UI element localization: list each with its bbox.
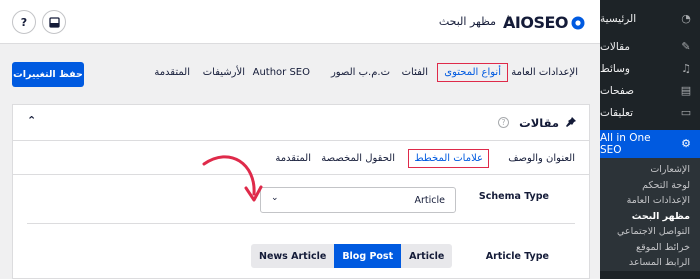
comments-icon: ▭ xyxy=(680,106,692,119)
annotation-arrow-icon xyxy=(202,155,263,202)
subtab-advanced[interactable]: المتقدمة xyxy=(275,153,311,164)
schema-type-row: Schema Type Article ⌄ xyxy=(13,175,589,225)
article-type-label: Article Type xyxy=(485,251,549,262)
sidebar-item-label: مقالات xyxy=(600,41,631,53)
blog-post-option[interactable]: Blog Post xyxy=(334,244,402,268)
tab-content-types[interactable]: أنواع المحتوى xyxy=(437,63,508,82)
tab-image-seo[interactable]: ت.م.ب الصور xyxy=(331,67,390,78)
subtab-custom-fields[interactable]: الحقول المخصصة xyxy=(321,153,395,164)
sidebar-item-posts[interactable]: ✎ مقالات xyxy=(600,36,700,58)
schema-type-label: Schema Type xyxy=(478,191,549,202)
top-bar: ? مظهر البحث \ AIOSEO xyxy=(0,0,600,44)
article-type-toggle: News Article Blog Post Article xyxy=(251,244,453,268)
aioseo-logo[interactable]: AIOSEO xyxy=(503,13,586,32)
schema-type-value: Article xyxy=(414,195,445,206)
help-icon[interactable]: ? xyxy=(12,10,36,34)
sidebar-item-media[interactable]: ♫ وسائط xyxy=(600,58,700,80)
news-article-option[interactable]: News Article xyxy=(251,244,335,268)
submenu-sitemaps[interactable]: خرائط الموقع xyxy=(600,240,700,256)
sidebar-item-pages[interactable]: ▤ صفحات xyxy=(600,80,700,102)
logo-gear-icon xyxy=(571,16,585,29)
submenu-notifications[interactable]: الإشعارات xyxy=(600,162,700,178)
sidebar-item-label: تعليقات xyxy=(600,107,634,119)
article-option[interactable]: Article xyxy=(401,244,453,268)
save-changes-button[interactable]: حفظ التغييرات xyxy=(12,62,84,87)
panel-title: مقالات xyxy=(519,116,559,130)
tab-advanced[interactable]: المتقدمة xyxy=(154,67,190,78)
subtab-schema-markup[interactable]: علامات المخطط xyxy=(408,149,489,168)
chevron-up-icon[interactable]: ⌃ xyxy=(27,114,36,127)
aioseo-submenu: الإشعارات لوحة التحكم الإعدادات العامة م… xyxy=(600,158,700,271)
schema-type-select[interactable]: Article ⌄ xyxy=(260,187,456,213)
tab-taxonomies[interactable]: الفئات xyxy=(402,67,428,78)
sidebar-item-comments[interactable]: ▭ تعليقات xyxy=(600,102,700,124)
subtab-title-description[interactable]: العنوان والوصف xyxy=(508,153,575,164)
inbox-icon[interactable] xyxy=(42,10,66,34)
help-circle-icon[interactable]: ? xyxy=(498,117,509,128)
media-icon: ♫ xyxy=(681,62,691,75)
submenu-search-appearance[interactable]: مظهر البحث xyxy=(600,209,700,225)
pin-icon: ✎ xyxy=(681,40,691,53)
post-type-panel: ⌃ ? مقالات العنوان والوصف علامات المخطط … xyxy=(12,104,590,279)
submenu-link-assistant[interactable]: الرابط المساعد xyxy=(600,255,700,271)
submenu-general-settings[interactable]: الإعدادات العامة xyxy=(600,193,700,209)
sidebar-item-label: الرئيسية xyxy=(600,13,637,25)
sidebar-item-aioseo[interactable]: ⚙ All in One SEO xyxy=(600,130,700,158)
logo-text: AIOSEO xyxy=(503,13,569,32)
submenu-dashboard[interactable]: لوحة التحكم xyxy=(600,178,700,194)
pages-icon: ▤ xyxy=(680,84,692,97)
article-type-row: Article Type News Article Blog Post Arti… xyxy=(13,224,589,279)
sidebar-item-dashboard[interactable]: ◔ الرئيسية xyxy=(600,8,700,30)
dashboard-icon: ◔ xyxy=(681,12,691,25)
submenu-social-networks[interactable]: التواصل الاجتماعي xyxy=(600,224,700,240)
sidebar-item-label: All in One SEO xyxy=(600,132,651,156)
panel-subtabs: العنوان والوصف علامات المخطط الحقول المخ… xyxy=(13,141,589,175)
tab-author-seo[interactable]: Author SEO xyxy=(253,67,310,78)
sidebar-item-label: صفحات xyxy=(600,85,635,97)
chevron-down-icon: ⌄ xyxy=(271,193,279,203)
pushpin-icon xyxy=(565,116,577,131)
tab-general-settings[interactable]: الإعدادات العامة xyxy=(511,67,578,78)
aioseo-icon: ⚙ xyxy=(681,137,691,150)
panel-header: ⌃ ? مقالات xyxy=(13,105,589,141)
page-title: مظهر البحث xyxy=(438,15,496,28)
tab-archives[interactable]: الأرشيفات xyxy=(203,67,245,78)
admin-sidebar: ◔ الرئيسية ✎ مقالات ♫ وسائط ▤ صفحات ▭ تع… xyxy=(600,0,700,279)
sidebar-item-label: وسائط xyxy=(600,63,630,75)
main-content: ? مظهر البحث \ AIOSEO حفظ التغييرات الإع… xyxy=(0,0,600,279)
